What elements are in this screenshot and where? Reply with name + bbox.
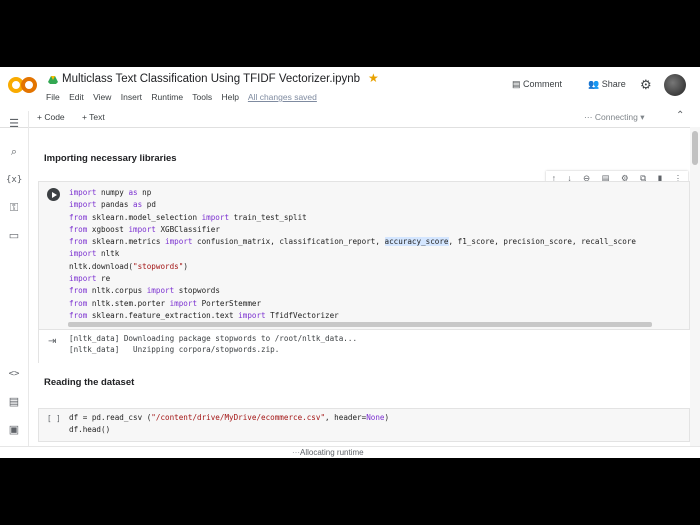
string-literal: "stopwords" bbox=[133, 261, 184, 271]
cell-output: ⇥ [nltk_data] Downloading package stopwo… bbox=[38, 329, 689, 363]
comment-label: Comment bbox=[523, 79, 563, 89]
save-status[interactable]: All changes saved bbox=[248, 92, 317, 102]
left-sidebar: ☰ ⌕ {x} ⚿ ▭ <> ▤ ▣ bbox=[0, 111, 29, 458]
status-bar: ⋯ Allocating runtime bbox=[0, 446, 700, 458]
keyword: import bbox=[165, 237, 193, 247]
keyword: import bbox=[169, 298, 198, 308]
connection-status: Connecting bbox=[594, 112, 638, 122]
keyword: import bbox=[201, 212, 230, 222]
variables-icon[interactable]: {x} bbox=[6, 173, 22, 187]
colab-logo[interactable] bbox=[8, 76, 38, 94]
vertical-scrollbar-thumb[interactable] bbox=[692, 131, 698, 165]
add-text-button[interactable]: + Text bbox=[82, 112, 105, 122]
output-text: [nltk_data] Downloading package stopword… bbox=[69, 333, 357, 355]
keyword: from bbox=[69, 212, 88, 222]
secrets-key-icon[interactable]: ⚿ bbox=[6, 201, 22, 215]
command-palette-icon[interactable]: ▤ bbox=[6, 395, 22, 409]
table-of-contents-icon[interactable]: ☰ bbox=[6, 117, 22, 131]
search-icon[interactable]: ⌕ bbox=[6, 145, 22, 159]
code-editor[interactable]: import numpy as np import pandas as pd f… bbox=[69, 187, 684, 322]
star-icon[interactable]: ★ bbox=[368, 71, 379, 85]
comment-button[interactable]: ▤ Comment bbox=[512, 79, 562, 90]
keyword: import bbox=[69, 274, 97, 284]
output-line: [nltk_data] Downloading package stopword… bbox=[69, 334, 358, 343]
menu-insert[interactable]: Insert bbox=[121, 92, 142, 102]
keyword: import bbox=[69, 200, 97, 210]
share-icon: 👥 bbox=[588, 79, 600, 89]
code-editor[interactable]: df = pd.read_csv ("/content/drive/MyDriv… bbox=[69, 412, 389, 436]
code-snippets-icon[interactable]: <> bbox=[6, 367, 22, 381]
keyword: as bbox=[133, 200, 143, 210]
terminal-icon[interactable]: ▣ bbox=[6, 423, 22, 437]
menu-file[interactable]: File bbox=[46, 92, 60, 102]
menu-bar: File Edit View Insert Runtime Tools Help… bbox=[46, 92, 324, 102]
gear-icon[interactable]: ⚙ bbox=[640, 77, 652, 93]
code-cell-imports[interactable]: import numpy as np import pandas as pd f… bbox=[38, 181, 690, 330]
highlighted-word: accuracy_score bbox=[384, 237, 449, 247]
keyword: import bbox=[238, 310, 266, 320]
keyword: None bbox=[366, 413, 385, 422]
menu-tools[interactable]: Tools bbox=[192, 92, 212, 102]
output-line: [nltk_data] Unzipping corpora/stopwords.… bbox=[69, 345, 280, 354]
keyword: import bbox=[69, 249, 97, 259]
horizontal-scrollbar[interactable] bbox=[68, 322, 652, 327]
share-button[interactable]: 👥 Share bbox=[588, 79, 626, 90]
drive-icon bbox=[48, 76, 58, 84]
run-cell-button[interactable] bbox=[47, 188, 60, 201]
section-heading-imports: Importing necessary libraries bbox=[44, 153, 177, 164]
connect-button[interactable]: ⋯ Connecting ▾ bbox=[584, 112, 645, 123]
keyword: as bbox=[128, 188, 138, 197]
folder-icon[interactable]: ▭ bbox=[6, 229, 22, 243]
keyword: import bbox=[69, 188, 97, 197]
keyword: from bbox=[69, 237, 88, 247]
collapse-icon[interactable]: ⌃ bbox=[676, 110, 684, 121]
menu-runtime[interactable]: Runtime bbox=[151, 92, 183, 102]
header: Multiclass Text Classification Using TFI… bbox=[0, 67, 700, 107]
keyword: from bbox=[69, 298, 88, 308]
chevron-down-icon: ▾ bbox=[640, 112, 645, 122]
keyword: from bbox=[69, 286, 88, 296]
add-code-button[interactable]: + Code bbox=[37, 112, 65, 122]
run-indicator[interactable]: [ ] bbox=[47, 414, 61, 423]
keyword: from bbox=[69, 224, 88, 234]
menu-view[interactable]: View bbox=[93, 92, 111, 102]
comment-icon: ▤ bbox=[512, 79, 521, 89]
vertical-scrollbar-track[interactable] bbox=[690, 127, 700, 458]
output-icon[interactable]: ⇥ bbox=[48, 336, 56, 347]
notebook-title[interactable]: Multiclass Text Classification Using TFI… bbox=[62, 73, 360, 85]
code-cell-read-dataset[interactable]: [ ] df = pd.read_csv ("/content/drive/My… bbox=[38, 408, 690, 442]
share-label: Share bbox=[601, 79, 626, 89]
colab-window: Multiclass Text Classification Using TFI… bbox=[0, 67, 700, 458]
keyword: import bbox=[128, 224, 156, 234]
menu-edit[interactable]: Edit bbox=[69, 92, 84, 102]
string-literal: "/content/drive/MyDrive/ecommerce.csv" bbox=[151, 413, 326, 422]
avatar[interactable] bbox=[664, 74, 686, 96]
connecting-dots-icon: ⋯ bbox=[584, 112, 595, 122]
section-heading-dataset: Reading the dataset bbox=[44, 377, 135, 388]
keyword: from bbox=[69, 310, 88, 320]
status-text: Allocating runtime bbox=[300, 448, 364, 457]
keyword: import bbox=[146, 286, 175, 296]
menu-help[interactable]: Help bbox=[222, 92, 239, 102]
status-spinner-icon: ⋯ bbox=[292, 448, 300, 457]
notebook-toolbar: + Code + Text ⋯ Connecting ▾ ⌃ bbox=[0, 109, 700, 128]
